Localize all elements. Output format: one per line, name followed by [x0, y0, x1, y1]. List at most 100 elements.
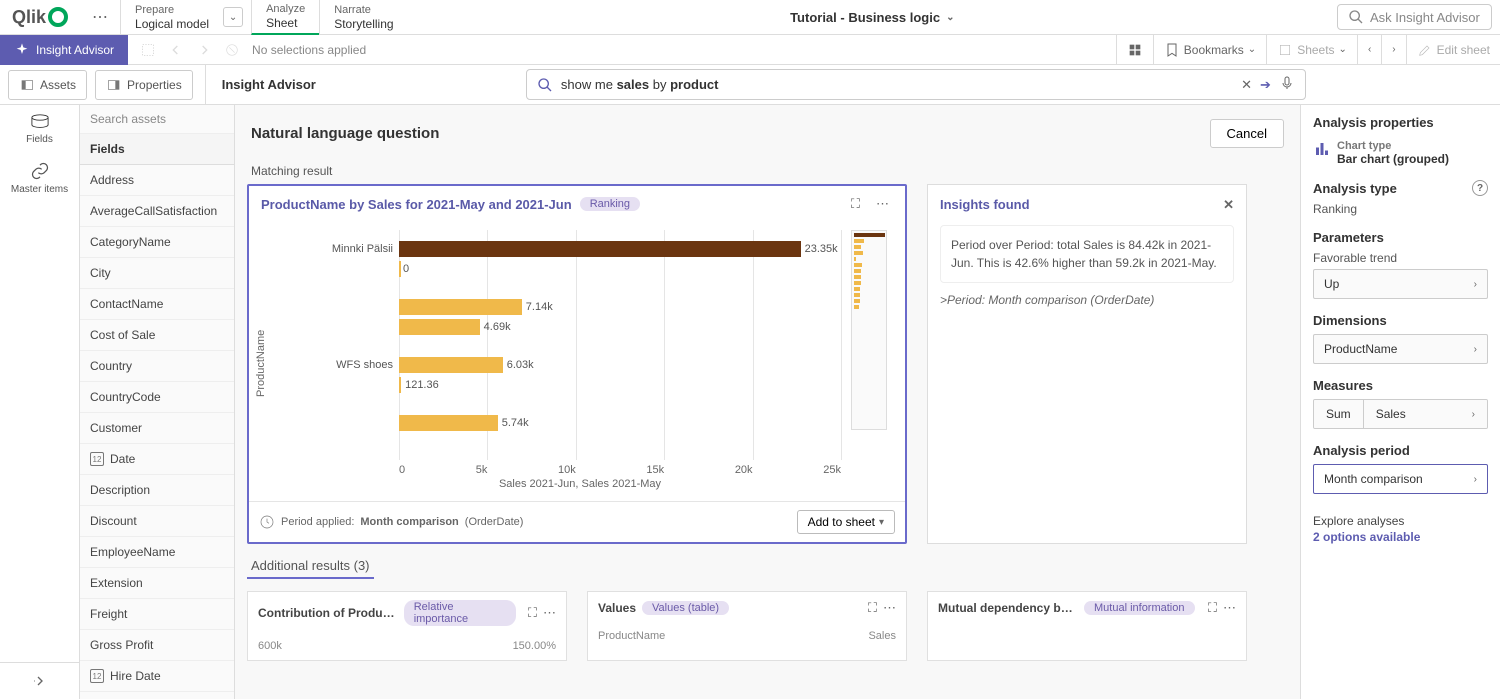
panel-left-icon	[19, 77, 35, 93]
analysis-type-value: Ranking	[1313, 202, 1488, 216]
measure-select[interactable]: Sum Sales›	[1313, 399, 1488, 429]
expand-icon[interactable]: ⛶	[868, 600, 877, 616]
measures-title: Measures	[1313, 378, 1488, 393]
selection-tools: No selections applied	[128, 42, 378, 58]
calendar-icon: 12	[90, 669, 104, 683]
clear-selections-icon[interactable]	[224, 42, 240, 58]
card-menu-icon[interactable]: ⋯	[883, 600, 896, 616]
additional-results-tab[interactable]: Additional results (3)	[247, 544, 374, 579]
panel-right-icon	[106, 77, 122, 93]
analysis-period-select[interactable]: Month comparison›	[1313, 464, 1488, 494]
next-sheet-button[interactable]: ›	[1381, 35, 1405, 65]
assets-search[interactable]: Search assets	[80, 105, 234, 134]
field-row[interactable]: AverageCallSatisfaction	[80, 196, 234, 227]
edit-sheet-button[interactable]: Edit sheet	[1406, 35, 1500, 65]
app-menu-icon[interactable]: ⋯	[80, 7, 120, 27]
additional-result-card[interactable]: Values Values (table) ⛶ ⋯ ProductNameSal…	[587, 591, 907, 661]
chart-type-label: Chart type	[1337, 140, 1449, 152]
collapse-rail-icon[interactable]	[0, 662, 79, 699]
assets-toggle[interactable]: Assets	[8, 70, 87, 100]
step-back-icon[interactable]	[168, 42, 184, 58]
field-row[interactable]: Freight	[80, 599, 234, 630]
expand-icon[interactable]: ⛶	[1208, 600, 1217, 616]
additional-result-card[interactable]: Mutual dependency bet… Mutual informatio…	[927, 591, 1247, 661]
bookmarks-button[interactable]: Bookmarks⌄	[1153, 35, 1266, 65]
ask-insight-input[interactable]: Ask Insight Advisor	[1337, 4, 1492, 30]
cancel-button[interactable]: Cancel	[1210, 119, 1284, 148]
properties-panel: Analysis properties Chart type Bar chart…	[1300, 105, 1500, 699]
nav-sheet[interactable]: AnalyzeSheet	[251, 0, 319, 35]
field-row[interactable]: Cost of Sale	[80, 320, 234, 351]
field-row[interactable]: CategoryName	[80, 227, 234, 258]
rail-fields[interactable]: Fields	[0, 105, 79, 153]
sparkle-icon	[14, 42, 30, 58]
assets-panel: Search assets Fields AddressAverageCallS…	[80, 105, 235, 699]
dimension-select[interactable]: ProductName›	[1313, 334, 1488, 364]
period-applied-value: Month comparison	[360, 516, 458, 528]
analysis-period-title: Analysis period	[1313, 443, 1488, 458]
additional-result-card[interactable]: Contribution of Product… Relative import…	[247, 591, 567, 661]
rail-master-items[interactable]: Master items	[0, 153, 79, 203]
field-row[interactable]: Discount	[80, 506, 234, 537]
card-menu-icon[interactable]: ⋯	[543, 605, 556, 621]
nav-storytelling[interactable]: NarrateStorytelling	[319, 0, 407, 35]
insights-card: Insights found✕ Period over Period: tota…	[927, 184, 1247, 544]
fields-list[interactable]: AddressAverageCallSatisfactionCategoryNa…	[80, 165, 234, 699]
field-row[interactable]: CountryCode	[80, 382, 234, 413]
field-row[interactable]: Gross Profit	[80, 630, 234, 661]
props-title: Analysis properties	[1313, 115, 1488, 130]
field-row[interactable]: ContactName	[80, 289, 234, 320]
field-row[interactable]: Country	[80, 351, 234, 382]
top-bar: Qlik ⋯ PrepareLogical model⌄ AnalyzeSheet…	[0, 0, 1500, 35]
properties-toggle[interactable]: Properties	[95, 70, 193, 100]
add-to-sheet-button[interactable]: Add to sheet ▾	[797, 510, 895, 534]
search-icon	[1348, 9, 1364, 25]
dimensions-title: Dimensions	[1313, 313, 1488, 328]
nav-dropdown-icon[interactable]: ⌄	[223, 7, 243, 27]
link-icon	[30, 161, 50, 181]
smart-search-icon[interactable]	[140, 42, 156, 58]
field-row[interactable]: Address	[80, 165, 234, 196]
nav-logical-model[interactable]: PrepareLogical model	[120, 0, 223, 35]
mic-icon[interactable]	[1279, 75, 1295, 94]
card-badge: Mutual information	[1084, 601, 1195, 615]
no-selections-label: No selections applied	[252, 43, 366, 57]
insight-advisor-label: Insight Advisor	[205, 65, 332, 105]
close-insights-icon[interactable]: ✕	[1223, 197, 1234, 213]
help-icon[interactable]: ?	[1472, 180, 1488, 196]
expand-icon[interactable]: ⛶	[847, 196, 864, 212]
sheets-button[interactable]: Sheets⌄	[1266, 35, 1357, 65]
field-row[interactable]: City	[80, 258, 234, 289]
nlq-title: Natural language question	[251, 125, 1210, 142]
insight-search-input[interactable]: show me sales by product ✕ ➔	[526, 69, 1306, 100]
clear-search-icon[interactable]: ✕	[1241, 77, 1252, 93]
field-row[interactable]: 12Hire Date	[80, 661, 234, 692]
period-note: >Period: Month comparison (OrderDate)	[940, 293, 1234, 307]
bar-chart[interactable]: Minnki Pälsii23.35k07.14k4.69kWFS shoes6…	[269, 230, 891, 490]
global-selections-icon[interactable]	[1116, 35, 1153, 65]
expand-icon[interactable]: ⛶	[528, 605, 537, 621]
card-badge: Values (table)	[642, 601, 729, 615]
field-row[interactable]: Description	[80, 475, 234, 506]
analysis-type-title: Analysis type	[1313, 181, 1397, 196]
submit-search-icon[interactable]: ➔	[1260, 77, 1271, 93]
chart-minimap[interactable]	[851, 230, 887, 430]
left-rail: Fields Master items	[0, 105, 80, 699]
favorable-trend-select[interactable]: Up›	[1313, 269, 1488, 299]
prev-sheet-button[interactable]: ‹	[1357, 35, 1381, 65]
chart-menu-icon[interactable]: ⋯	[872, 196, 893, 212]
step-forward-icon[interactable]	[196, 42, 212, 58]
field-row[interactable]: Extension	[80, 568, 234, 599]
app-title[interactable]: Tutorial - Business logic⌄	[408, 10, 1337, 25]
field-row[interactable]: Customer	[80, 413, 234, 444]
fields-header: Fields	[80, 134, 234, 165]
insight-advisor-button[interactable]: Insight Advisor	[0, 35, 128, 65]
logo-icon	[48, 7, 68, 27]
field-row[interactable]: EmployeeName	[80, 537, 234, 568]
card-menu-icon[interactable]: ⋯	[1223, 600, 1236, 616]
explore-analyses[interactable]: Explore analyses 2 options available	[1313, 514, 1488, 544]
field-row[interactable]: 12Date	[80, 444, 234, 475]
bar-chart-icon	[1313, 140, 1331, 158]
logo[interactable]: Qlik	[0, 7, 80, 28]
sheets-icon	[1277, 42, 1293, 58]
